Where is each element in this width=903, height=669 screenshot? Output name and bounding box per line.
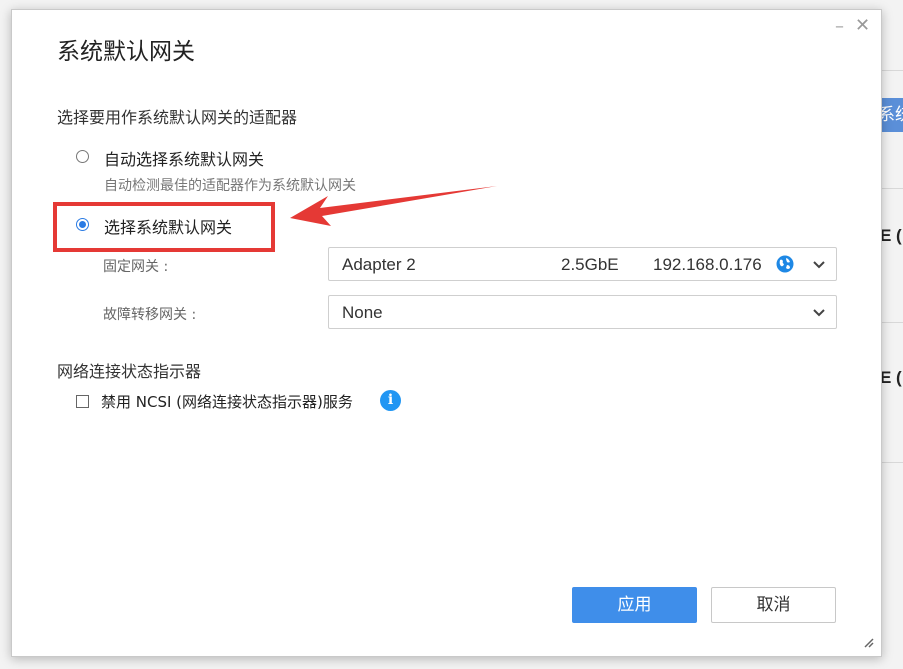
failover-gateway-select[interactable]: None <box>328 295 837 329</box>
dialog-title: 系统默认网关 <box>57 39 195 65</box>
bg-row-fragment: E ( <box>880 368 902 387</box>
fixed-gateway-ip: 192.168.0.176 <box>653 255 762 274</box>
highlight-annotation-box <box>53 202 275 252</box>
globe-icon <box>776 255 794 273</box>
resize-grip-icon[interactable] <box>862 636 874 648</box>
ncsi-section-title: 网络连接状态指示器 <box>57 362 202 381</box>
bg-divider <box>880 462 903 463</box>
close-icon[interactable]: ✕ <box>855 15 870 36</box>
cancel-button[interactable]: 取消 <box>711 587 836 623</box>
bg-divider <box>880 322 903 323</box>
chevron-down-icon <box>813 261 825 269</box>
auto-gateway-description: 自动检测最佳的适配器作为系统默认网关 <box>104 178 356 194</box>
apply-button[interactable]: 应用 <box>572 587 697 623</box>
failover-gateway-value: None <box>342 303 383 322</box>
bg-divider <box>880 70 903 71</box>
minimize-icon[interactable]: – <box>835 16 844 37</box>
fixed-gateway-adapter: Adapter 2 <box>342 255 416 274</box>
info-icon[interactable]: i <box>380 390 401 411</box>
auto-gateway-label[interactable]: 自动选择系统默认网关 <box>104 146 264 170</box>
auto-gateway-radio[interactable] <box>76 150 89 163</box>
bg-divider <box>880 188 903 189</box>
fixed-gateway-select[interactable]: Adapter 2 2.5GbE 192.168.0.176 <box>328 247 837 281</box>
disable-ncsi-checkbox[interactable] <box>76 395 89 408</box>
chevron-down-icon <box>813 309 825 317</box>
bg-row-fragment: E ( <box>880 226 902 245</box>
fixed-gateway-label: 固定网关 : <box>103 259 169 275</box>
failover-gateway-label: 故障转移网关 : <box>103 307 197 323</box>
disable-ncsi-label[interactable]: 禁用 NCSI (网络连接状态指示器)服务 <box>101 391 353 412</box>
fixed-gateway-speed: 2.5GbE <box>561 255 619 274</box>
default-gateway-dialog: 系统默认网关 – ✕ 选择要用作系统默认网关的适配器 自动选择系统默认网关 自动… <box>11 9 882 657</box>
adapter-section-title: 选择要用作系统默认网关的适配器 <box>57 108 298 127</box>
